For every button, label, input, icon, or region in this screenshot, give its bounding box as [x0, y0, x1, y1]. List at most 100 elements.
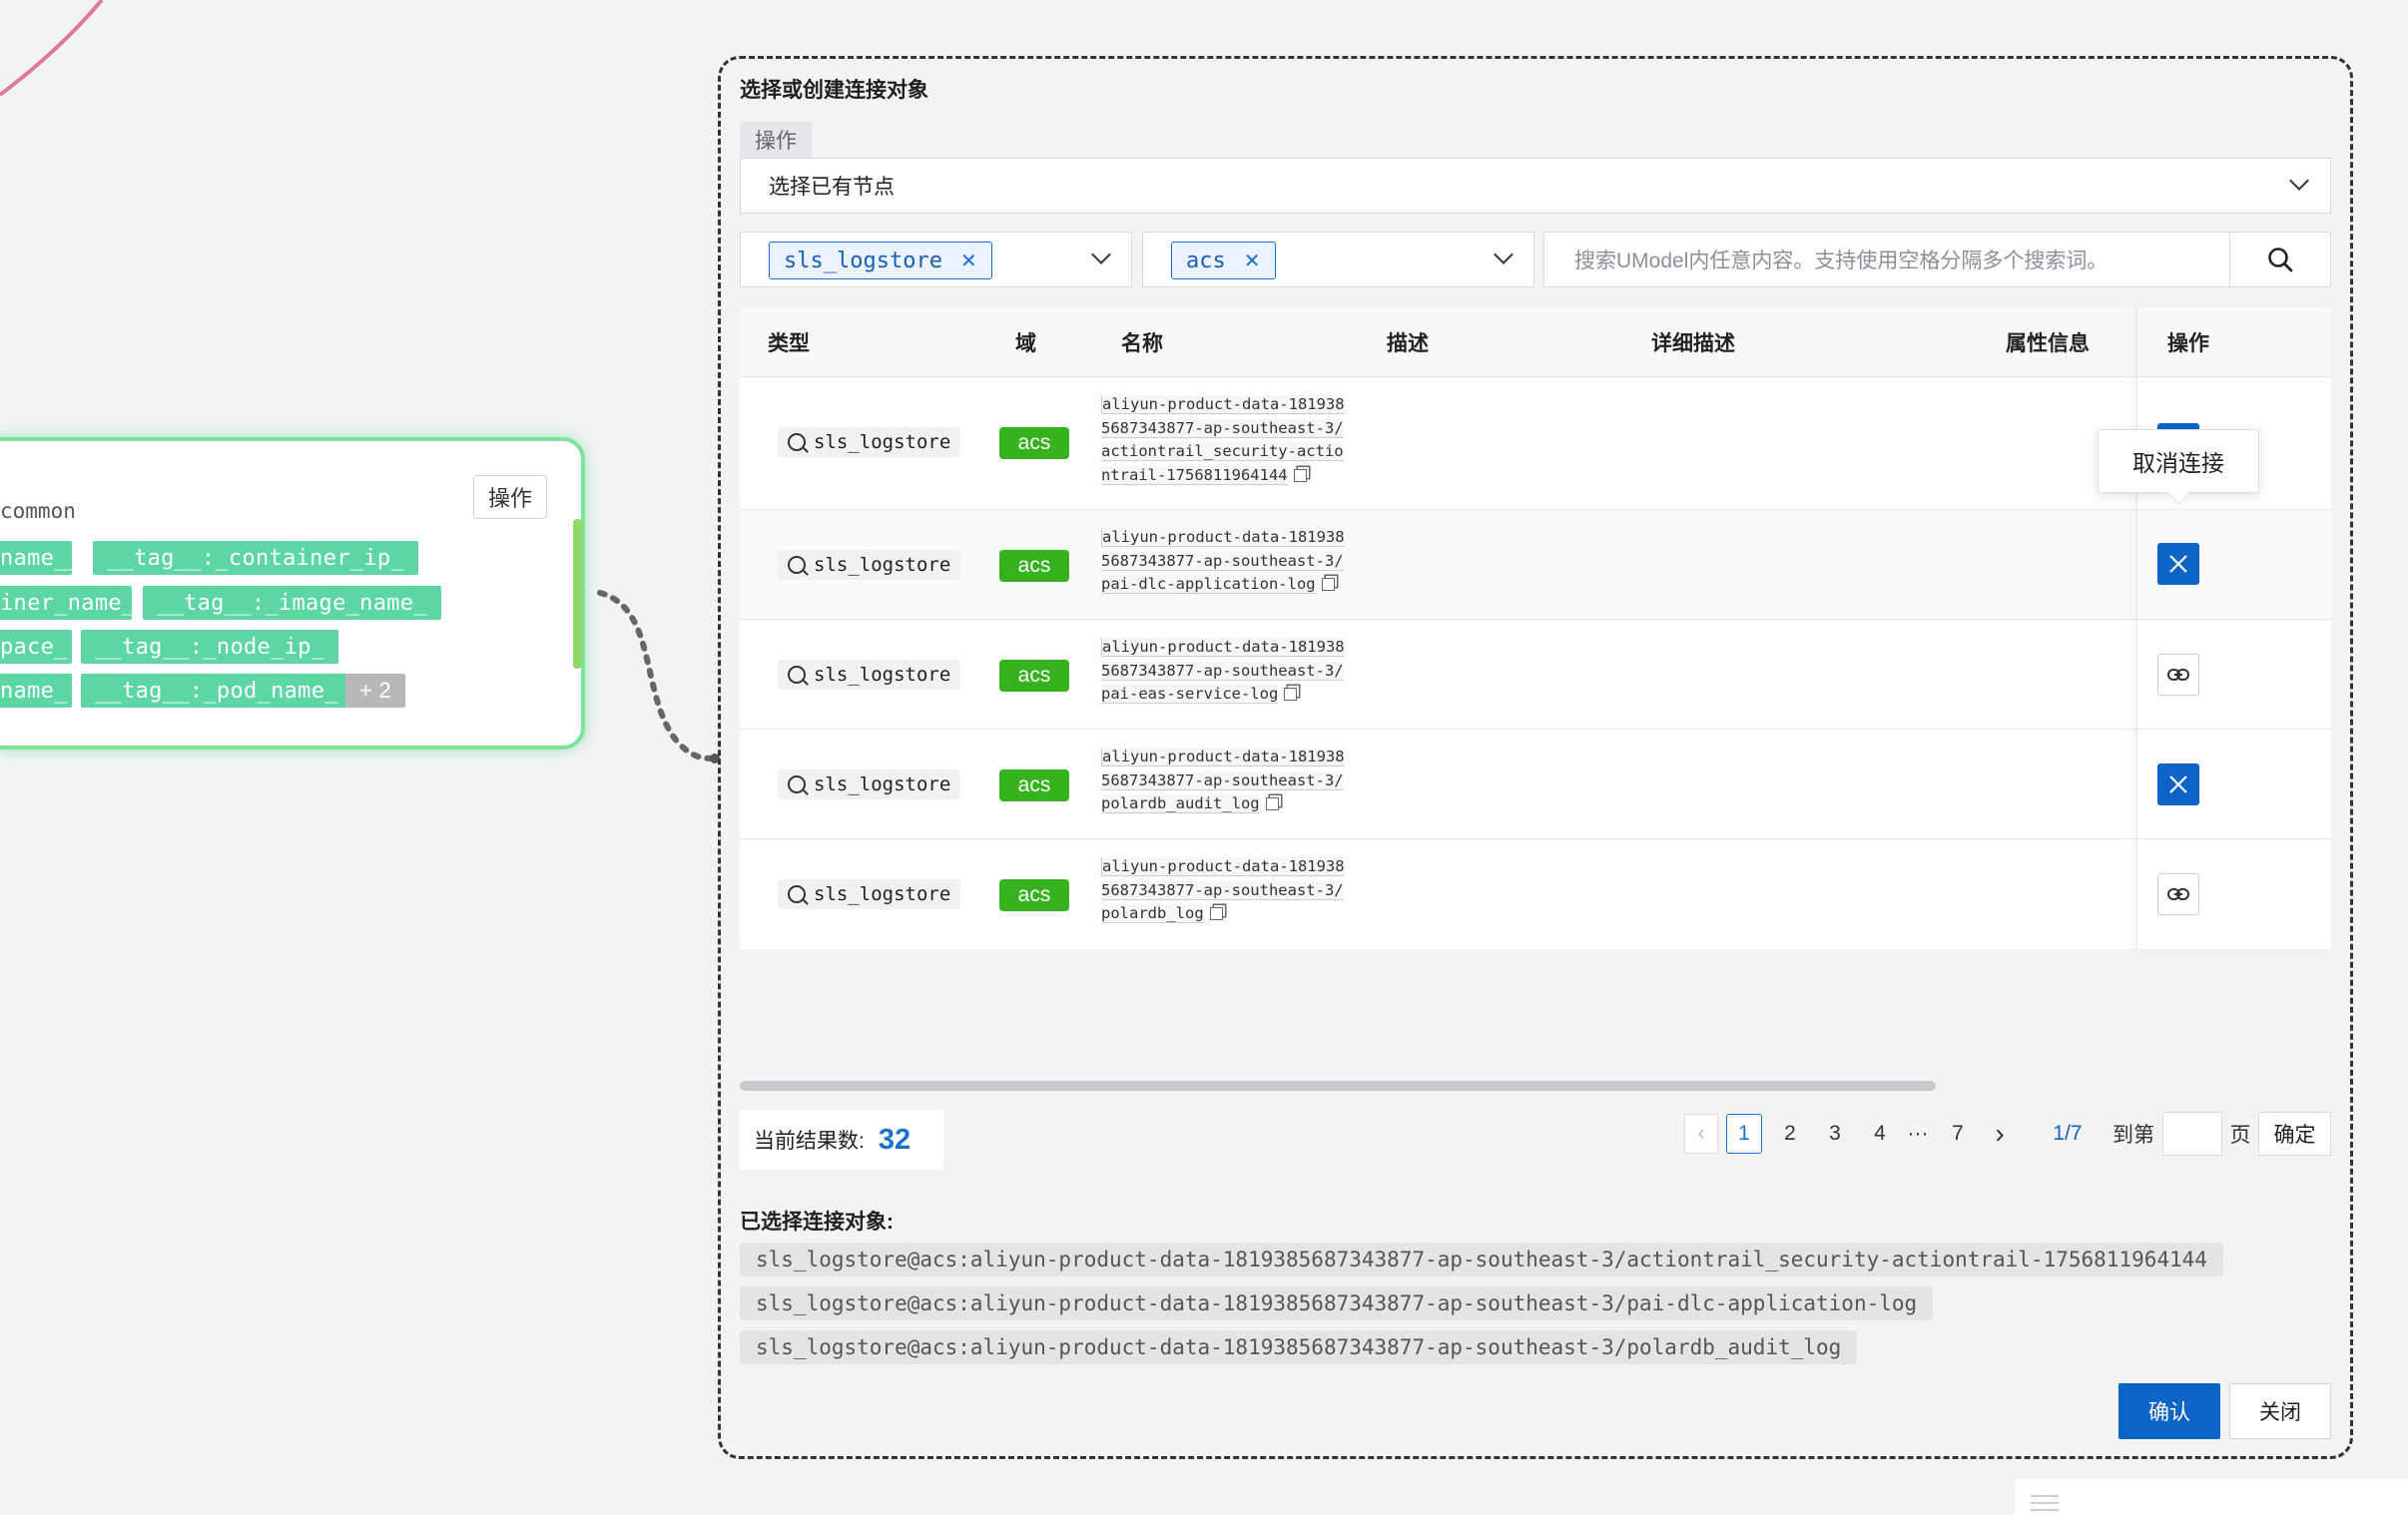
copy-icon[interactable] [1284, 688, 1298, 701]
table-row: sls_logstore acs aliyun-product-data-181… [740, 730, 2331, 839]
node-tag: __tag__:_pod_name_ [81, 674, 352, 708]
name-text: aliyun-product-data-1819385687343877-ap-… [1101, 638, 1345, 704]
page-unit-label: 页 [2229, 1124, 2251, 1147]
search-icon [788, 775, 806, 793]
type-chip: sls_logstore [778, 660, 961, 690]
type-filter-select[interactable]: sls_logstore ✕ [740, 232, 1132, 287]
type-label: sls_logstore [814, 773, 951, 795]
copy-icon[interactable] [1321, 578, 1335, 591]
disconnect-button[interactable] [2157, 543, 2199, 585]
goto-confirm-button[interactable]: 确定 [2258, 1112, 2331, 1156]
result-count-value: 32 [878, 1123, 911, 1156]
type-label: sls_logstore [814, 431, 951, 453]
table-header: 类型 域 名称 描述 详细描述 属性信息 操作 [740, 307, 2331, 377]
page-3[interactable]: 3 [1817, 1114, 1853, 1154]
copy-icon[interactable] [1293, 468, 1307, 482]
col-domain: 域 [1015, 332, 1036, 355]
type-chip: sls_logstore [778, 427, 961, 457]
node-tag: __tag__:_image_name_ [143, 586, 441, 620]
disconnect-tooltip: 取消连接 [2098, 429, 2259, 493]
page-indicator: 1/7 [2053, 1122, 2083, 1145]
node-handle[interactable] [573, 519, 582, 669]
close-icon [2169, 775, 2187, 793]
horizontal-scrollbar[interactable] [740, 1081, 1936, 1091]
close-icon[interactable]: ✕ [960, 249, 977, 273]
node-tag: __tag__:_container_ip_ [93, 541, 418, 575]
search-input[interactable]: 搜索UModel内任意内容。支持使用空格分隔多个搜索词。 [1543, 232, 2331, 287]
col-name: 名称 [1121, 332, 1163, 355]
panel-title: 选择或创建连接对象 [740, 79, 928, 102]
goto-page-input[interactable] [2162, 1112, 2222, 1156]
chevron-down-icon [2289, 171, 2309, 191]
name-text: aliyun-product-data-1819385687343877-ap-… [1101, 395, 1345, 485]
dotted-edge [597, 590, 718, 761]
link-icon [2167, 669, 2189, 681]
chevron-down-icon [1494, 245, 1513, 264]
domain-filter-tag: acs ✕ [1171, 242, 1276, 279]
name-cell: aliyun-product-data-1819385687343877-ap-… [1101, 746, 1346, 816]
node-tag: iner_name_ [0, 586, 135, 620]
search-icon [2268, 248, 2293, 272]
copy-icon[interactable] [1265, 797, 1279, 810]
node-tag-more[interactable]: + 2 [345, 674, 406, 708]
table-row: sls_logstore acs aliyun-product-data-181… [740, 839, 2331, 949]
menu-icon [2031, 1495, 2059, 1511]
operation-chip: 操作 [740, 122, 812, 158]
name-cell: aliyun-product-data-1819385687343877-ap-… [1101, 855, 1346, 926]
type-filter-tag-label: sls_logstore [784, 248, 942, 273]
selected-title: 已选择连接对象: [740, 1211, 894, 1234]
result-count: 当前结果数: 32 [740, 1110, 943, 1170]
prev-page-button[interactable]: ‹ [1684, 1114, 1718, 1154]
domain-badge: acs [999, 427, 1069, 459]
col-desc: 描述 [1387, 332, 1429, 355]
domain-filter-select[interactable]: acs ✕ [1142, 232, 1534, 287]
table-row: sls_logstore acs aliyun-product-data-181… [740, 510, 2331, 620]
domain-badge: acs [999, 660, 1069, 692]
copy-icon[interactable] [1209, 907, 1223, 920]
bottom-toolbar [2015, 1479, 2408, 1515]
type-filter-tag: sls_logstore ✕ [769, 242, 992, 279]
page-4[interactable]: 4 [1862, 1114, 1898, 1154]
page-ellipsis[interactable]: ··· [1901, 1114, 1935, 1154]
search-button[interactable] [2229, 232, 2331, 287]
node-mode-select-value: 选择已有节点 [769, 176, 895, 199]
connect-button[interactable] [2157, 654, 2199, 696]
name-text: aliyun-product-data-1819385687343877-ap-… [1101, 528, 1345, 594]
page-2[interactable]: 2 [1772, 1114, 1808, 1154]
search-icon [788, 885, 806, 903]
goto-label: 到第 [2112, 1124, 2154, 1147]
type-label: sls_logstore [814, 664, 951, 686]
node-mode-select[interactable]: 选择已有节点 [740, 158, 2331, 214]
name-text: aliyun-product-data-1819385687343877-ap-… [1101, 748, 1345, 813]
node-tag: name_ [0, 674, 72, 708]
node-tag: name__ [0, 541, 81, 575]
name-cell: aliyun-product-data-1819385687343877-ap-… [1101, 393, 1346, 487]
type-chip: sls_logstore [778, 769, 961, 799]
chevron-down-icon [1091, 245, 1111, 264]
search-icon [788, 433, 806, 451]
close-icon[interactable]: ✕ [1244, 249, 1261, 273]
name-cell: aliyun-product-data-1819385687343877-ap-… [1101, 636, 1346, 707]
node-tag: pace_ [0, 630, 72, 664]
next-page-button[interactable]: › [1983, 1114, 2017, 1154]
domain-badge: acs [999, 769, 1069, 801]
disconnect-button[interactable] [2157, 763, 2199, 805]
search-icon [788, 666, 806, 684]
confirm-button[interactable]: 确认 [2118, 1383, 2220, 1439]
name-text: aliyun-product-data-1819385687343877-ap-… [1101, 857, 1345, 923]
domain-badge: acs [999, 550, 1069, 582]
page-1[interactable]: 1 [1726, 1114, 1762, 1154]
col-type: 类型 [768, 332, 810, 355]
ops-column [2136, 307, 2331, 949]
type-chip: sls_logstore [778, 879, 961, 909]
domain-filter-tag-label: acs [1186, 248, 1226, 273]
type-chip: sls_logstore [778, 550, 961, 580]
connect-button[interactable] [2157, 873, 2199, 915]
link-icon [2167, 888, 2189, 900]
node-op-button[interactable]: 操作 [473, 475, 547, 519]
page-7[interactable]: 7 [1940, 1114, 1976, 1154]
close-button[interactable]: 关闭 [2229, 1383, 2331, 1439]
node-tag: __tag__:_node_ip_ [81, 630, 339, 664]
results-table: 类型 域 名称 描述 详细描述 属性信息 操作 sls_logstore acs… [740, 307, 2331, 949]
selected-item: sls_logstore@acs:aliyun-product-data-181… [740, 1286, 1934, 1320]
